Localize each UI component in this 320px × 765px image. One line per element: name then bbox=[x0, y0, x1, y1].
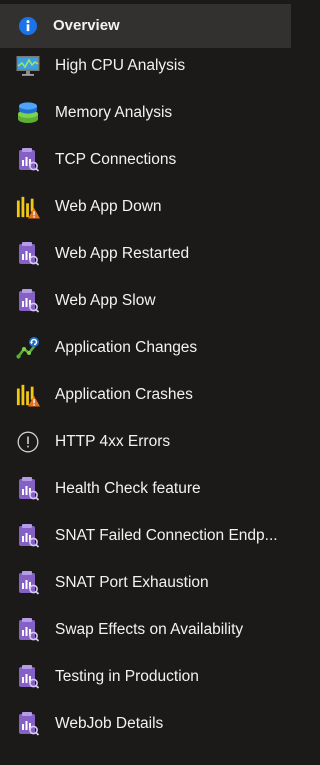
menu-item-label: WebJob Details bbox=[55, 715, 164, 732]
menu-item-health-check-feature[interactable]: Health Check feature bbox=[0, 469, 291, 509]
menu-item-label: Web App Down bbox=[55, 198, 162, 215]
menu-item-snat-port-exhaustion[interactable]: SNAT Port Exhaustion bbox=[0, 563, 291, 603]
menu-item-snat-failed-connection-endpoints[interactable]: SNAT Failed Connection Endp... bbox=[0, 516, 291, 556]
menu-item-label: Swap Effects on Availability bbox=[55, 621, 244, 638]
diagnostic-report-icon bbox=[16, 665, 40, 689]
menu-item-label: Web App Slow bbox=[55, 292, 156, 309]
menu-item-label: TCP Connections bbox=[55, 151, 177, 168]
memory-stack-icon bbox=[16, 101, 40, 125]
menu-item-high-cpu-analysis[interactable]: High CPU Analysis bbox=[0, 46, 291, 86]
menu-item-swap-effects-on-availability[interactable]: Swap Effects on Availability bbox=[0, 610, 291, 650]
menu-item-overview[interactable]: Overview bbox=[0, 4, 291, 48]
diagnostic-report-icon bbox=[16, 289, 40, 313]
menu-item-label: Memory Analysis bbox=[55, 104, 173, 121]
diagnostic-report-icon bbox=[16, 148, 40, 172]
menu-item-tcp-connections[interactable]: TCP Connections bbox=[0, 140, 291, 180]
menu-item-label: Testing in Production bbox=[55, 668, 199, 685]
menu-item-label: High CPU Analysis bbox=[55, 57, 186, 74]
menu-item-web-app-restarted[interactable]: Web App Restarted bbox=[0, 234, 291, 274]
menu-item-webjob-details[interactable]: WebJob Details bbox=[0, 704, 291, 744]
bar-chart-warning-icon bbox=[16, 383, 40, 407]
bar-chart-warning-icon bbox=[16, 195, 40, 219]
diagnostic-report-icon bbox=[16, 477, 40, 501]
diagnostic-report-icon bbox=[16, 242, 40, 266]
diagnostic-report-icon bbox=[16, 571, 40, 595]
menu-item-application-changes[interactable]: Application Changes bbox=[0, 328, 291, 368]
menu-item-label: Application Crashes bbox=[55, 386, 193, 403]
menu-item-label: Overview bbox=[53, 17, 120, 34]
diagnostics-nav-menu: Overview High CPU Analysis Memory Analys… bbox=[0, 0, 291, 765]
menu-item-web-app-down[interactable]: Web App Down bbox=[0, 187, 291, 227]
menu-item-label: Web App Restarted bbox=[55, 245, 190, 262]
menu-item-testing-in-production[interactable]: Testing in Production bbox=[0, 657, 291, 697]
diagnostic-report-icon bbox=[16, 712, 40, 736]
menu-item-http-4xx-errors[interactable]: HTTP 4xx Errors bbox=[0, 422, 291, 462]
menu-item-label: SNAT Failed Connection Endp... bbox=[55, 527, 278, 544]
menu-item-memory-analysis[interactable]: Memory Analysis bbox=[0, 93, 291, 133]
menu-item-web-app-slow[interactable]: Web App Slow bbox=[0, 281, 291, 321]
menu-item-application-crashes[interactable]: Application Crashes bbox=[0, 375, 291, 415]
diagnostic-report-icon bbox=[16, 618, 40, 642]
menu-item-label: Health Check feature bbox=[55, 480, 201, 497]
changes-graph-icon bbox=[16, 336, 40, 360]
exclamation-circle-icon bbox=[16, 430, 40, 454]
monitor-chart-icon bbox=[16, 54, 40, 78]
menu-item-label: SNAT Port Exhaustion bbox=[55, 574, 209, 591]
info-icon bbox=[16, 14, 40, 38]
menu-item-label: Application Changes bbox=[55, 339, 198, 356]
diagnostic-report-icon bbox=[16, 524, 40, 548]
menu-item-label: HTTP 4xx Errors bbox=[55, 433, 171, 450]
